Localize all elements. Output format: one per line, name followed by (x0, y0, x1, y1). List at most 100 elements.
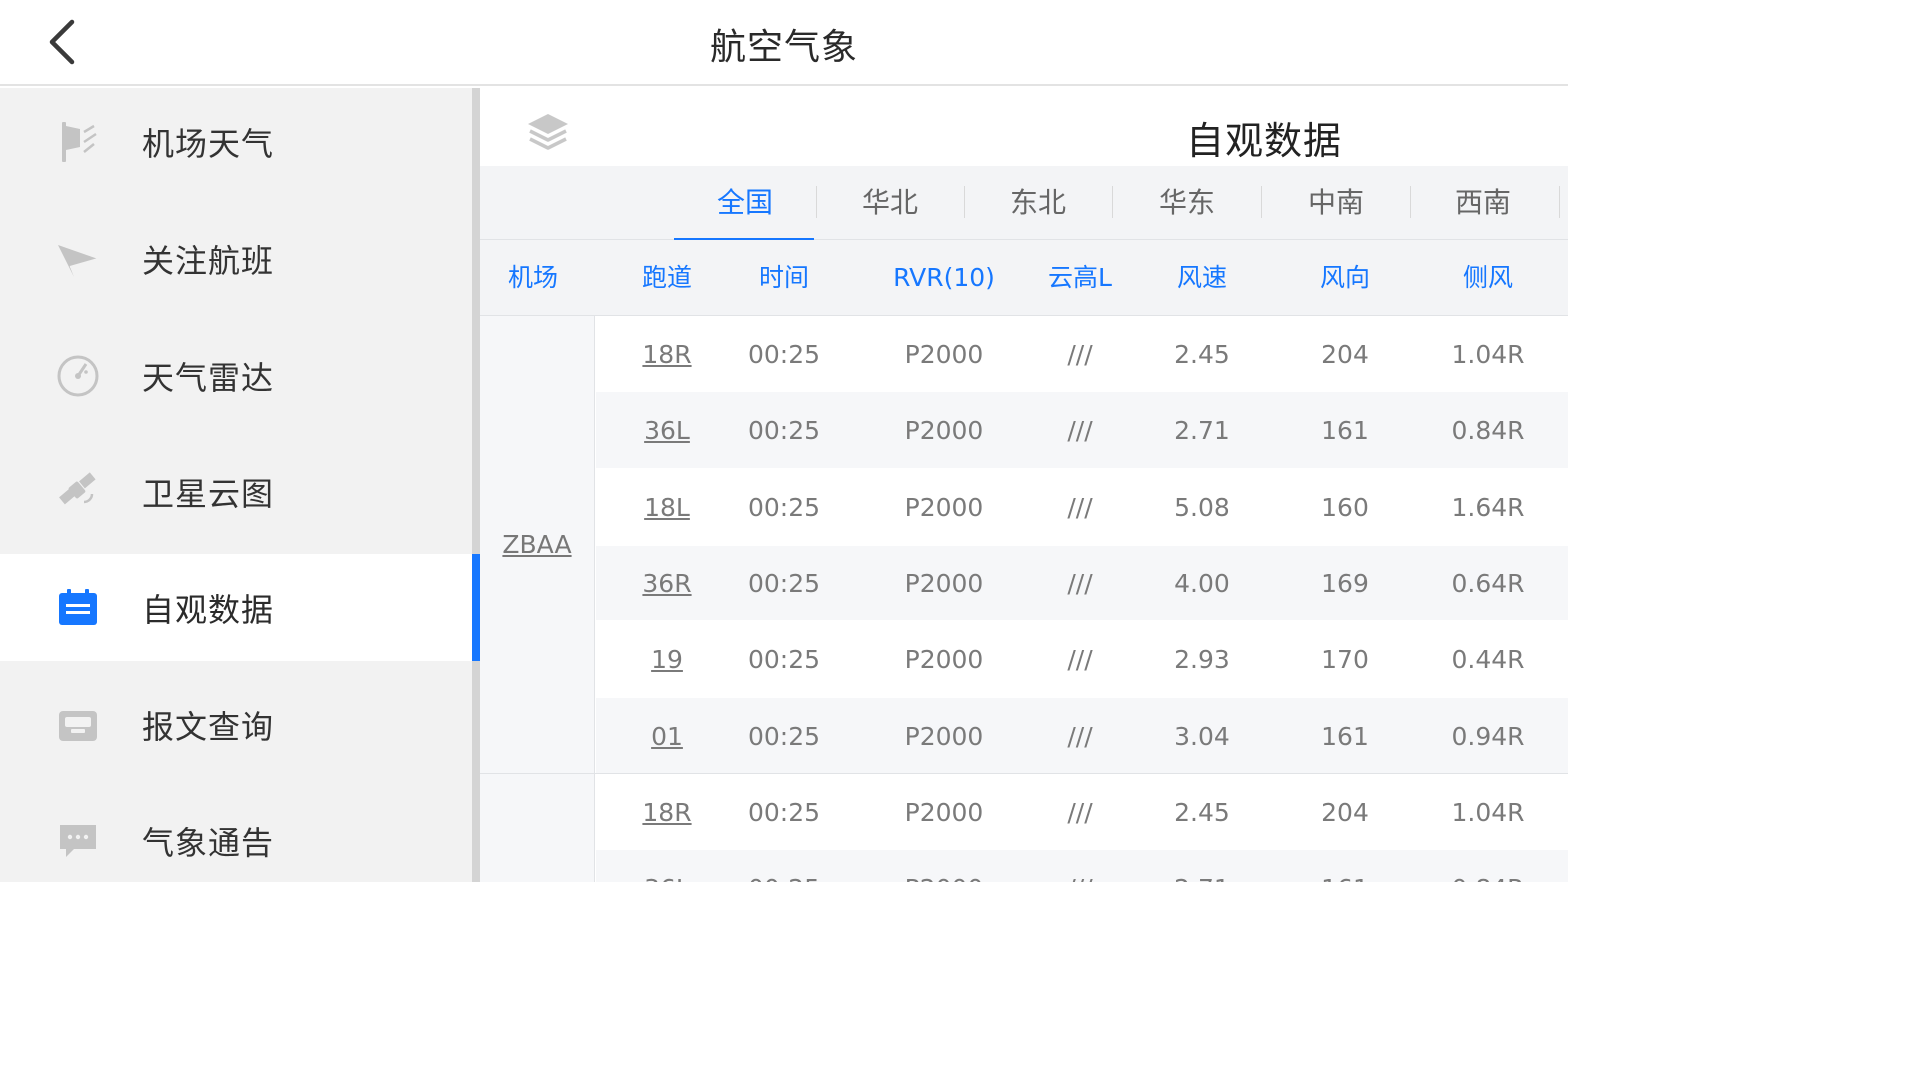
table-row: 19 00:25 P2000 /// 2.93 170 0.44R (596, 620, 1568, 698)
wind-speed-cell: 3.04 (1174, 721, 1230, 751)
column-header-airport[interactable]: 机场 (480, 240, 586, 316)
crosswind-cell: 0.64R (1451, 568, 1525, 598)
tab-east-china[interactable]: 华东 (1113, 166, 1261, 240)
crosswind-cell: 1.64R (1451, 492, 1525, 522)
time-cell: 00:25 (734, 850, 834, 883)
chat-bubble-icon (56, 819, 100, 863)
column-header-wind-direction[interactable]: 风向 (1295, 240, 1395, 316)
column-header-time[interactable]: 时间 (734, 240, 834, 316)
top-bar: 航空气象 (0, 0, 1568, 86)
airport-cell (480, 774, 595, 882)
panel-title: 自观数据 (1186, 119, 1343, 163)
page-title: 航空气象 (709, 27, 858, 68)
time-cell: 00:25 (747, 568, 821, 598)
calendar-list-icon (56, 586, 100, 630)
wind-speed-cell: 2.45 (1174, 797, 1230, 827)
cloud-height-cell: /// (1067, 415, 1093, 445)
table-row: 36L 00:25 P2000 /// 2.71 161 0.84R (596, 392, 1568, 468)
runway-cell[interactable]: 19 (617, 620, 717, 698)
tab-central-south[interactable]: 中南 (1262, 166, 1410, 240)
sidebar-item-observation-data[interactable]: 自观数据 (0, 554, 472, 661)
rvr-cell: P2000 (904, 797, 984, 827)
cloud-height-cell: /// (1067, 644, 1093, 674)
sidebar-item-label: 气象通告 (142, 823, 275, 862)
runway-cell[interactable]: 36L (617, 850, 717, 883)
cloud-height-cell: /// (1067, 721, 1093, 751)
wind-direction-cell: 161 (1321, 415, 1369, 445)
cloud-height-cell: /// (1067, 797, 1093, 827)
crosswind-cell: 1.04R (1451, 339, 1525, 369)
region-tabs: 全国 华北 东北 华东 中南 西南 (480, 166, 1568, 240)
sidebar-item-satellite-cloud[interactable]: 卫星云图 (0, 438, 472, 545)
rvr-cell: P2000 (904, 492, 984, 522)
cloud-height-cell: /// (1067, 339, 1093, 369)
wind-direction-cell: 170 (1321, 644, 1369, 674)
table-header: 机场 跑道 时间 RVR(10) 云高L 风速 风向 侧风 (480, 240, 1568, 316)
layers-icon[interactable] (524, 108, 572, 156)
wind-speed-cell: 2.71 (1174, 415, 1230, 445)
wind-speed-cell: 4.00 (1174, 568, 1230, 598)
runway-cell[interactable]: 36R (617, 546, 717, 620)
table-row: 18R 00:25 P2000 /// 2.45 204 1.04R (596, 774, 1568, 850)
wind-speed-cell: 2.93 (1174, 644, 1230, 674)
sidebar-item-airport-weather[interactable]: 机场天气 (0, 88, 472, 195)
table-row: 18L 00:25 P2000 /// 5.08 160 1.64R (596, 468, 1568, 546)
sidebar-item-label: 天气雷达 (142, 358, 275, 397)
airport-code-link[interactable]: ZBAA (502, 530, 571, 559)
tab-north-china[interactable]: 华北 (816, 166, 964, 240)
runway-cell[interactable]: 01 (617, 698, 717, 774)
wind-speed-cell: 5.08 (1174, 492, 1230, 522)
sidebar-item-message-query[interactable]: 报文查询 (0, 671, 472, 778)
column-header-wind-speed[interactable]: 风速 (1152, 240, 1252, 316)
column-header-cloud-height[interactable]: 云高L (1030, 240, 1130, 316)
table-row: 36L 00:25 P2000 /// 2.71 161 0.84R (596, 850, 1568, 882)
tab-national[interactable]: 全国 (671, 166, 819, 240)
wind-direction-cell: 160 (1321, 492, 1369, 522)
column-header-crosswind[interactable]: 侧风 (1438, 240, 1538, 316)
time-cell: 00:25 (747, 797, 821, 827)
tab-separator (1559, 186, 1560, 218)
windsock-icon (56, 120, 100, 164)
wind-direction-cell: 161 (1295, 850, 1395, 883)
rvr-cell: P2000 (904, 415, 984, 445)
rvr-cell: P2000 (904, 644, 984, 674)
sidebar-divider (472, 88, 480, 882)
tab-northeast[interactable]: 东北 (964, 166, 1112, 240)
wind-direction-cell: 204 (1321, 797, 1369, 827)
table-row: 36R 00:25 P2000 /// 4.00 169 0.64R (596, 546, 1568, 620)
sidebar-item-weather-notice[interactable]: 气象通告 (0, 787, 472, 894)
sidebar-item-followed-flights[interactable]: 关注航班 (0, 205, 472, 312)
time-cell: 00:25 (747, 415, 821, 445)
runway-cell[interactable]: 18L (617, 468, 717, 546)
sidebar-item-label: 卫星云图 (142, 474, 275, 513)
cloud-height-cell: /// (1067, 492, 1093, 522)
tab-southwest[interactable]: 西南 (1409, 166, 1557, 240)
time-cell: 00:25 (747, 339, 821, 369)
sidebar-item-weather-radar[interactable]: 天气雷达 (0, 322, 472, 429)
satellite-icon (56, 470, 100, 514)
wind-speed-cell: 2.45 (1174, 339, 1230, 369)
rvr-cell: P2000 (904, 568, 984, 598)
runway-cell[interactable]: 18R (617, 774, 717, 850)
runway-cell[interactable]: 18R (617, 316, 717, 392)
inbox-icon (56, 703, 100, 747)
cloud-height-cell: /// (1030, 850, 1130, 883)
sidebar: 机场天气 关注航班 天气雷达 卫星云图 自观数据 报文查询 气象通告 (0, 88, 472, 882)
crosswind-cell: 1.04R (1451, 797, 1525, 827)
active-indicator (472, 554, 480, 661)
sidebar-item-label: 报文查询 (142, 707, 275, 746)
runway-cell[interactable]: 36L (617, 392, 717, 468)
column-header-runway[interactable]: 跑道 (617, 240, 717, 316)
time-cell: 00:25 (747, 721, 821, 751)
column-header-rvr[interactable]: RVR(10) (874, 240, 1014, 316)
panel-header: 自观数据 (480, 88, 1568, 166)
wind-direction-cell: 204 (1321, 339, 1369, 369)
radar-icon (56, 354, 100, 398)
table-body: ZBAA 18R 00:25 P2000 /// 2.45 204 1.04R 36L 00:25… (480, 316, 1568, 882)
airport-cell: ZBAA (480, 316, 595, 774)
main-panel: 自观数据 全国 华北 东北 华东 中南 西南 机场 跑道 时间 RVR(10) … (480, 88, 1568, 882)
wind-speed-cell: 2.71 (1152, 850, 1252, 883)
wind-direction-cell: 169 (1321, 568, 1369, 598)
paper-plane-icon (56, 237, 100, 281)
cloud-height-cell: /// (1067, 568, 1093, 598)
